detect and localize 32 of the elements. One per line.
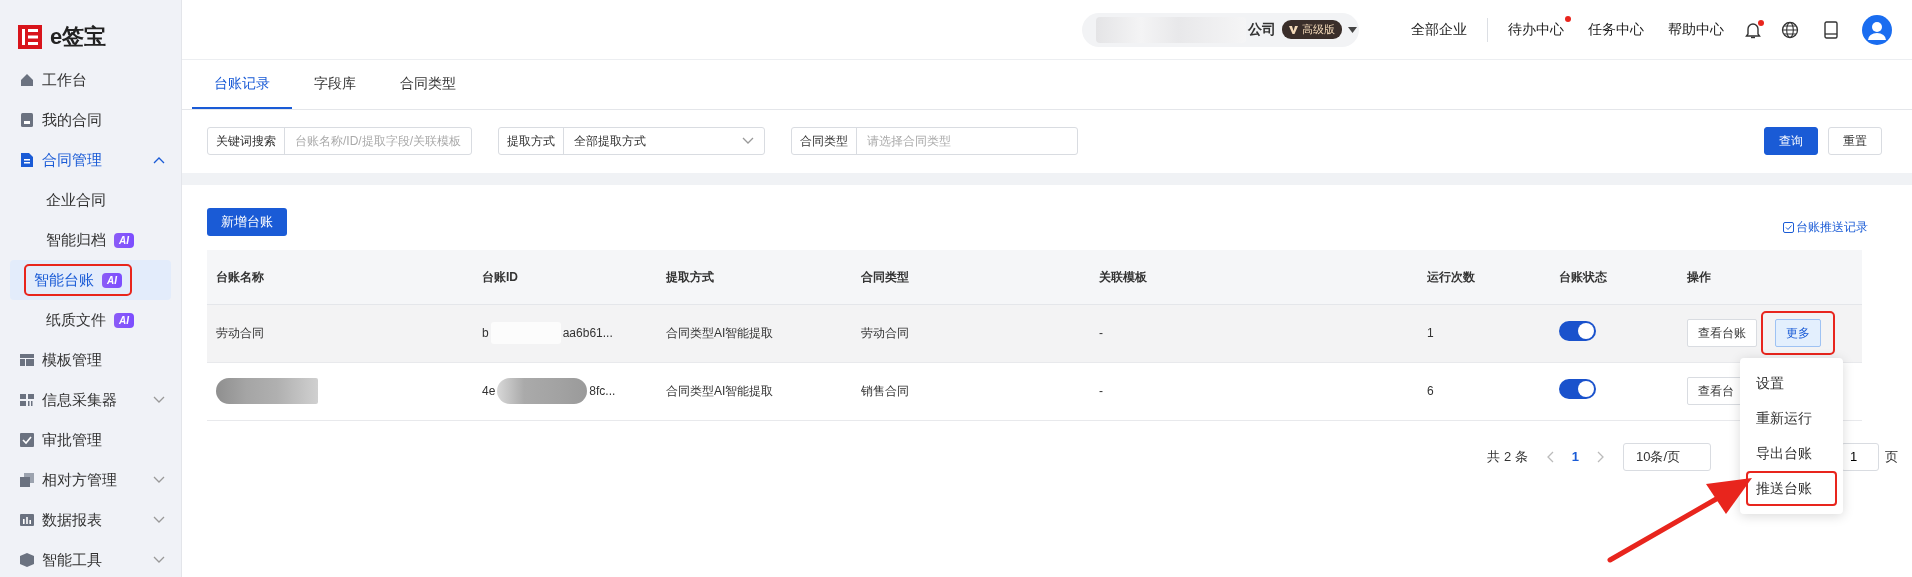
table-cell: 1 bbox=[1427, 326, 1434, 340]
ai-badge: AI bbox=[102, 272, 122, 288]
field-label: 关键词搜索 bbox=[208, 128, 285, 154]
table-cell-text: 4e bbox=[482, 383, 496, 400]
table-cell: - bbox=[1099, 326, 1103, 340]
table-cell: 劳动合同 bbox=[216, 326, 264, 340]
table-cell: 销售合同 bbox=[861, 384, 909, 398]
table-cell: 合同类型AI智能提取 bbox=[666, 384, 774, 398]
column-header: 关联模板 bbox=[1090, 250, 1418, 304]
column-header: 台账状态 bbox=[1550, 250, 1678, 304]
logo-text: e签宝 bbox=[50, 26, 107, 48]
ai-badge: AI bbox=[114, 232, 134, 248]
table-cell: 劳动合同 bbox=[861, 326, 909, 340]
ai-badge: AI bbox=[114, 312, 134, 328]
column-header: 台账ID bbox=[473, 250, 657, 304]
table-cell-text: aa6b61... bbox=[562, 325, 613, 342]
page-suffix: 页 bbox=[1885, 447, 1898, 466]
column-header: 台账名称 bbox=[207, 250, 473, 304]
plan-badge: 高级版 bbox=[1282, 20, 1342, 39]
column-header: 操作 bbox=[1678, 250, 1862, 304]
table-cell: 6 bbox=[1427, 384, 1434, 398]
column-header: 运行次数 bbox=[1418, 250, 1550, 304]
highlight-frame: 智能台账 AI bbox=[24, 263, 132, 297]
table-cell: 合同类型AI智能提取 bbox=[666, 326, 774, 340]
table-cell: - bbox=[1099, 384, 1103, 398]
column-header: 提取方式 bbox=[657, 250, 852, 304]
table-cell-text: b bbox=[482, 325, 489, 342]
total-count: 共 2 条 bbox=[1487, 447, 1528, 466]
field-label: 提取方式 bbox=[499, 128, 564, 154]
table-cell-text: 8fc... bbox=[589, 383, 616, 400]
field-label: 合同类型 bbox=[792, 128, 857, 154]
column-header: 合同类型 bbox=[852, 250, 1090, 304]
